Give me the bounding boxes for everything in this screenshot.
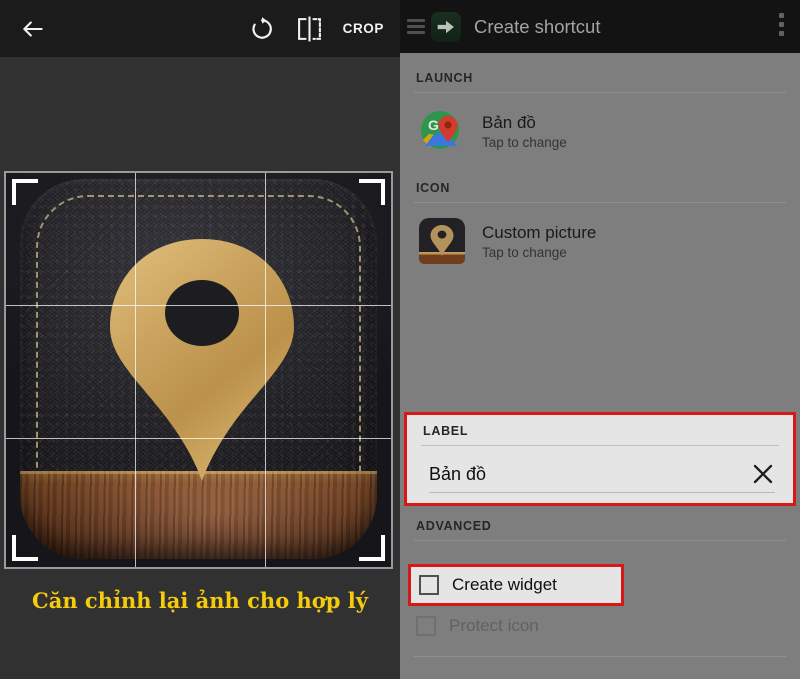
label-input-field[interactable]: Bản đồ [429, 462, 775, 493]
section-icon: ICON Custom picture Tap to change [400, 169, 800, 279]
divider-advanced [414, 540, 786, 541]
crop-toolbar: CROP [0, 0, 400, 57]
protect-icon-checkbox-row[interactable]: Protect icon [400, 609, 800, 643]
create-shortcut-panel: Create shortcut LAUNCH G Bản đồ Tap to c… [400, 0, 800, 679]
launch-row-text: Bản đồ Tap to change [482, 112, 567, 150]
svg-text:G: G [428, 117, 439, 133]
icon-subtitle: Tap to change [482, 245, 567, 261]
section-header-launch: LAUNCH [416, 71, 473, 85]
map-pin-graphic [102, 235, 302, 485]
crop-grid-line-v2 [265, 173, 266, 567]
crop-grid-line-v1 [135, 173, 136, 567]
crop-editor-panel: CROP Căn chỉnh lại ảnh cho hợp lý [0, 0, 400, 679]
google-maps-icon: G [416, 105, 468, 157]
crop-handle-bottom-left[interactable] [12, 535, 38, 561]
launch-row[interactable]: G Bản đồ Tap to change [400, 93, 800, 169]
divider-label [421, 445, 779, 446]
create-widget-checkbox-row[interactable]: Create widget [408, 564, 624, 606]
create-widget-checkbox[interactable] [419, 575, 439, 595]
icon-title: Custom picture [482, 222, 597, 242]
crop-grid-line-h2 [6, 438, 391, 439]
crop-handle-top-right[interactable] [359, 179, 385, 205]
rotate-right-icon[interactable] [245, 12, 279, 46]
back-icon[interactable] [18, 14, 48, 44]
hamburger-icon[interactable] [407, 16, 425, 37]
label-input-value: Bản đồ [429, 463, 487, 484]
section-header-icon: ICON [416, 181, 451, 195]
crop-grid-line-h1 [6, 305, 391, 306]
section-header-advanced: ADVANCED [416, 519, 492, 533]
page-title: Create shortcut [474, 15, 601, 37]
protect-icon-label: Protect icon [449, 616, 539, 635]
dialog-footer: Cancel OK [400, 673, 800, 679]
app-bar: Create shortcut [400, 0, 800, 53]
launch-title: Bản đồ [482, 112, 536, 132]
section-header-label: LABEL [423, 424, 469, 438]
close-x-icon[interactable] [751, 462, 775, 486]
overflow-menu-icon[interactable] [779, 13, 784, 40]
annotation-align-image: Căn chỉnh lại ảnh cho hợp lý [32, 588, 368, 613]
dialog-body: LAUNCH G Bản đồ Tap to change ICON Custo… [400, 53, 800, 679]
section-advanced: ADVANCED [400, 519, 800, 541]
icon-row[interactable]: Custom picture Tap to change [400, 203, 800, 279]
crop-handle-bottom-right[interactable] [359, 535, 385, 561]
section-label-highlight: LABEL Bản đồ [404, 412, 796, 506]
shortcut-arrow-icon [431, 11, 461, 42]
protect-icon-checkbox[interactable] [416, 616, 436, 636]
crop-frame[interactable] [4, 171, 393, 569]
crop-button[interactable]: CROP [343, 21, 384, 36]
flip-horizontal-icon[interactable] [293, 12, 327, 46]
custom-picture-icon [416, 215, 468, 267]
section-launch: LAUNCH G Bản đồ Tap to change [400, 53, 800, 169]
icon-row-text: Custom picture Tap to change [482, 222, 596, 260]
photo-preview [6, 173, 391, 567]
screenshot-root: CROP Căn chỉnh lại ảnh cho hợp lý Create… [0, 0, 800, 679]
divider-footer [414, 656, 786, 657]
launch-subtitle: Tap to change [482, 135, 567, 151]
crop-handle-top-left[interactable] [12, 179, 38, 205]
create-widget-label: Create widget [452, 575, 557, 594]
